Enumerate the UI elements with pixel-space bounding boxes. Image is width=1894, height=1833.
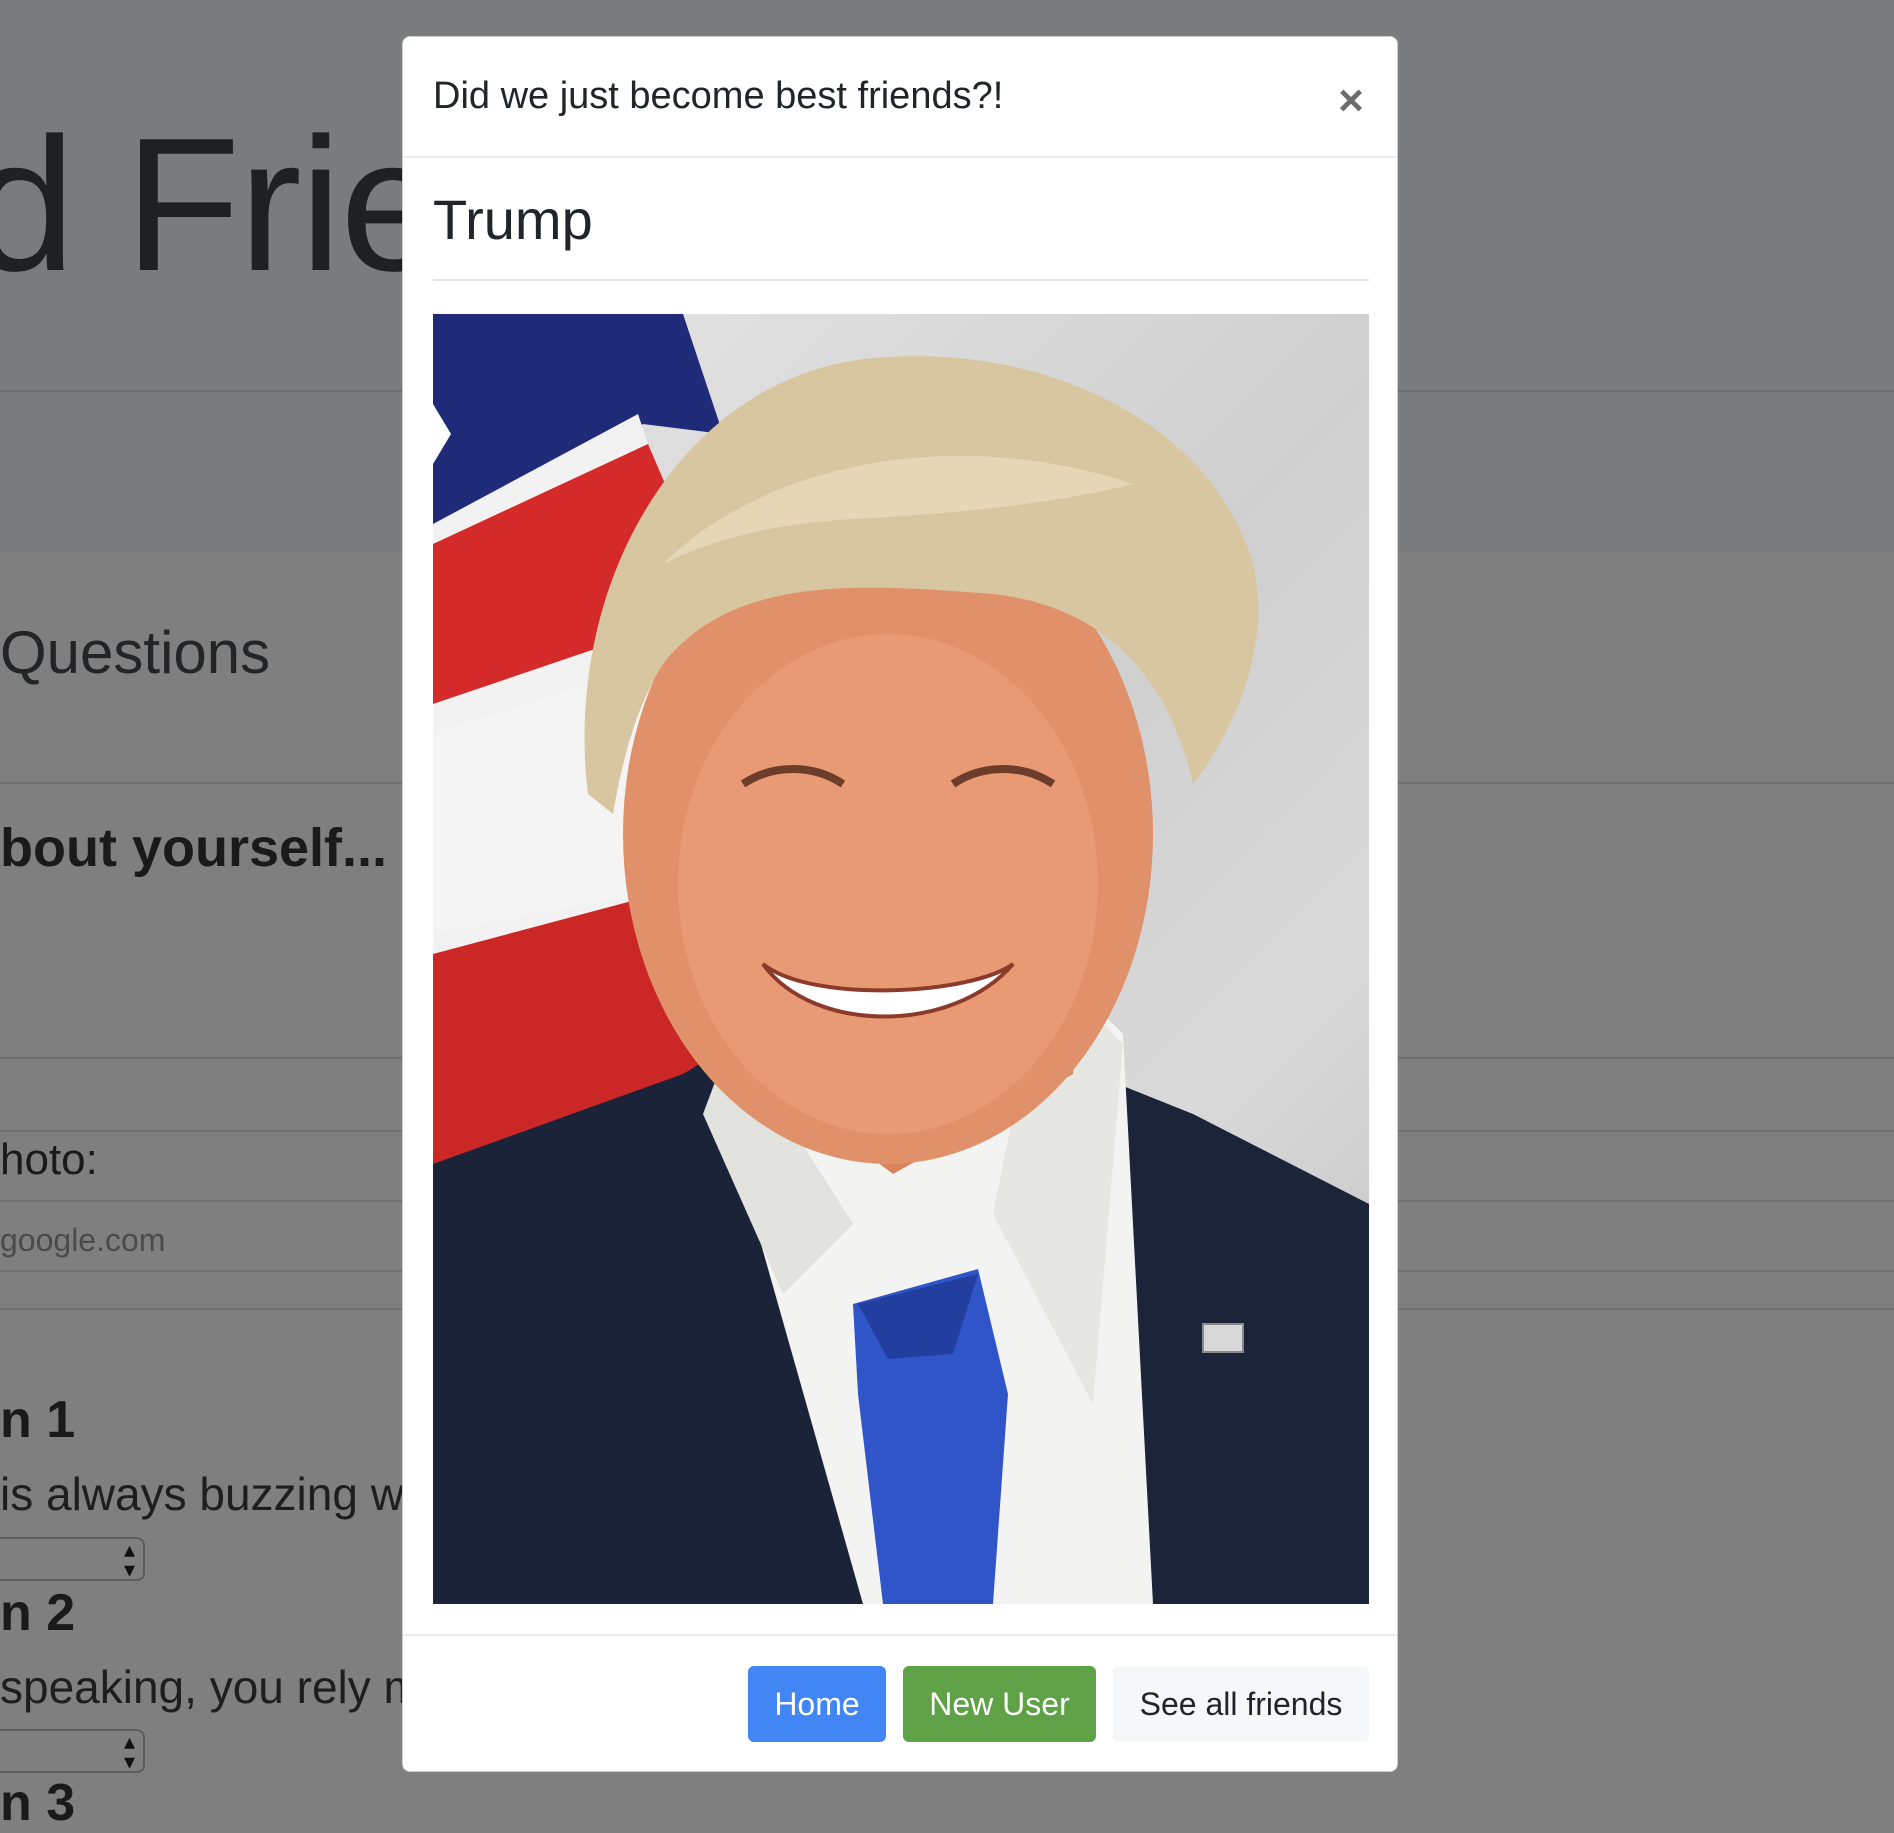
modal-title: Did we just become best friends?!	[433, 75, 1004, 117]
question-2-select[interactable]: ▴ ▾	[0, 1729, 145, 1773]
question-1-text: is always buzzing w	[0, 1468, 404, 1520]
new-user-button[interactable]: New User	[903, 1666, 1096, 1742]
select-arrows-icon: ▴ ▾	[123, 1537, 135, 1582]
divider	[433, 279, 1369, 281]
about-yourself-heading: bout yourself...	[0, 818, 388, 878]
question-2-text: speaking, you rely m	[0, 1661, 422, 1713]
friend-name: Trump	[433, 188, 593, 251]
home-button[interactable]: Home	[748, 1666, 886, 1742]
friend-photo	[433, 314, 1369, 1604]
question-1-select[interactable]: ▴ ▾	[0, 1537, 145, 1581]
modal-footer: Home New User See all friends	[403, 1634, 1397, 1771]
close-icon[interactable]: ×	[1331, 79, 1371, 123]
see-all-friends-button[interactable]: See all friends	[1113, 1666, 1369, 1742]
best-friend-modal: Did we just become best friends?! × Trum…	[402, 36, 1398, 1772]
select-arrows-icon: ▴ ▾	[123, 1729, 135, 1774]
questions-heading: Questions	[0, 619, 271, 686]
question-2-title: n 2	[0, 1584, 76, 1642]
modal-header: Did we just become best friends?! ×	[403, 37, 1397, 158]
photo-url-placeholder: google.com	[0, 1222, 166, 1258]
question-1-title: n 1	[0, 1391, 76, 1449]
question-3-title: n 3	[0, 1774, 76, 1832]
photo-label: hoto:	[0, 1135, 98, 1184]
